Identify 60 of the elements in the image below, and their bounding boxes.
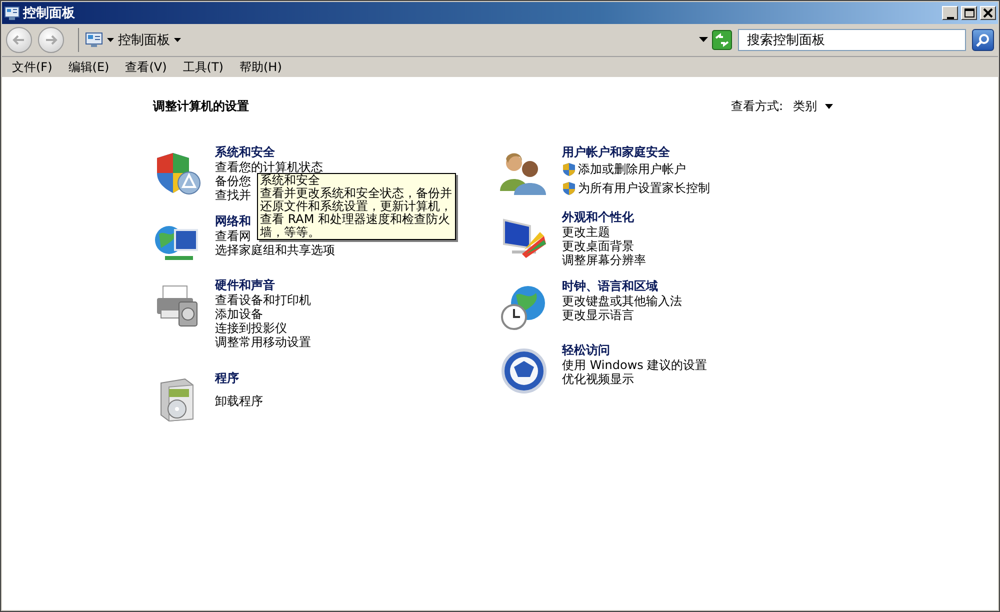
- dropdown-icon: [699, 37, 708, 43]
- task-link[interactable]: 更改主题: [562, 225, 646, 239]
- back-button[interactable]: [6, 27, 32, 53]
- menu-item[interactable]: 查看(V): [125, 58, 167, 76]
- search-icon: [976, 33, 990, 47]
- globe-clock-icon[interactable]: [500, 283, 548, 331]
- task-link[interactable]: 更改桌面背景: [562, 239, 646, 253]
- task-link[interactable]: 优化视频显示: [562, 372, 708, 386]
- view-by-label: 查看方式:: [730, 98, 783, 115]
- forward-button[interactable]: [38, 27, 64, 53]
- view-by-dropdown[interactable]: 类别: [793, 98, 833, 115]
- task-link[interactable]: 添加设备: [215, 307, 311, 321]
- page-heading: 调整计算机的设置: [153, 98, 249, 115]
- search-button[interactable]: [972, 29, 994, 51]
- task-link[interactable]: 使用 Windows 建议的设置: [562, 358, 708, 372]
- back-arrow-icon: [12, 34, 26, 46]
- minimize-icon: [946, 17, 954, 19]
- category-link[interactable]: 程序: [215, 371, 263, 386]
- task-link[interactable]: 查看设备和打印机: [215, 293, 311, 307]
- refresh-icon[interactable]: [712, 30, 732, 50]
- maximize-button[interactable]: [961, 6, 977, 20]
- task-link[interactable]: 更改显示语言: [562, 308, 682, 322]
- shield-icon: [562, 181, 576, 196]
- category-link[interactable]: 外观和个性化: [562, 210, 646, 225]
- task-link[interactable]: 调整屏幕分辨率: [562, 253, 646, 267]
- close-button[interactable]: [980, 6, 996, 20]
- menu-item[interactable]: 帮助(H): [240, 58, 282, 76]
- category-link[interactable]: 轻松访问: [562, 343, 708, 358]
- task-link[interactable]: 卸载程序: [215, 394, 263, 408]
- window-title: 控制面板: [23, 5, 76, 22]
- tooltip-text: 查看并更改系统和安全状态，备份并还原文件和系统设置，更新计算机，查看 RAM 和处理器速度和检查防火墙，等等。: [260, 187, 453, 239]
- caret-icon: [825, 104, 833, 109]
- category-link[interactable]: 时钟、语言和区域: [562, 279, 682, 294]
- control-panel-icon: [85, 32, 103, 48]
- close-icon: [981, 7, 995, 19]
- search-field[interactable]: 搜索控制面板: [738, 29, 966, 51]
- shield-icon: [562, 162, 576, 177]
- task-link[interactable]: 查看您的计算机状态: [215, 160, 323, 174]
- category-link[interactable]: 系统和安全: [215, 145, 323, 160]
- tooltip-title: 系统和安全: [260, 174, 321, 187]
- caret-icon: [174, 38, 181, 42]
- task-link[interactable]: 调整常用移动设置: [215, 335, 311, 349]
- forward-arrow-icon: [44, 34, 58, 46]
- menu-item[interactable]: 文件(F): [12, 58, 52, 76]
- control-panel-icon: [4, 5, 20, 21]
- caret-icon: [107, 38, 114, 42]
- task-link[interactable]: 为所有用户设置家长控制: [562, 179, 710, 198]
- menu-item[interactable]: 工具(T): [182, 58, 224, 76]
- task-link[interactable]: 更改键盘或其他输入法: [562, 294, 682, 308]
- menu-item[interactable]: 编辑(E): [68, 58, 110, 76]
- address-bar[interactable]: 控制面板: [78, 28, 732, 52]
- category-link[interactable]: 硬件和声音: [215, 278, 311, 293]
- category-link[interactable]: 用户帐户和家庭安全: [562, 145, 710, 160]
- task-link[interactable]: 添加或删除用户帐户: [562, 160, 710, 179]
- maximize-icon: [962, 7, 976, 19]
- minimize-button[interactable]: [942, 6, 958, 20]
- accessibility-icon[interactable]: [500, 347, 548, 395]
- task-link[interactable]: 连接到投影仪: [215, 321, 311, 335]
- breadcrumb[interactable]: 控制面板: [118, 31, 170, 49]
- task-link[interactable]: 选择家庭组和共享选项: [215, 243, 335, 257]
